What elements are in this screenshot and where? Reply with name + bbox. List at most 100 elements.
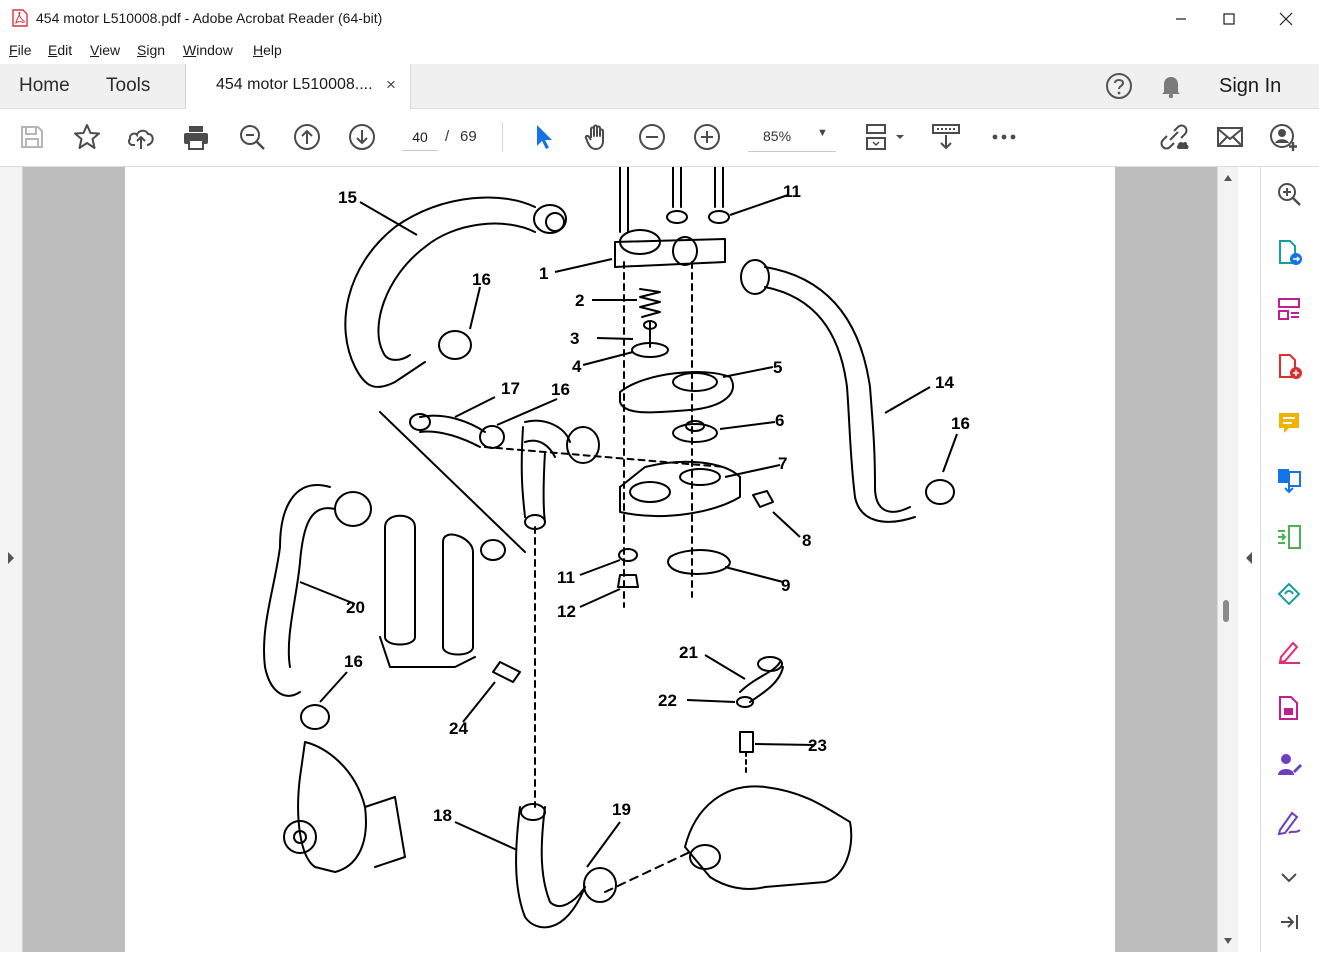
minimize-button[interactable] — [1158, 0, 1204, 38]
maximize-button[interactable] — [1206, 0, 1252, 38]
add-user-icon — [1270, 124, 1297, 151]
rp-edit-pdf[interactable] — [1272, 577, 1306, 611]
add-user-button[interactable] — [1268, 121, 1300, 153]
upload-button[interactable] — [125, 121, 157, 153]
rp-compress[interactable] — [1272, 520, 1306, 554]
compress-icon — [1278, 525, 1301, 549]
fill-sign-icon — [1278, 641, 1300, 664]
callout-label: 20 — [346, 598, 365, 617]
hand-tool-button[interactable] — [581, 121, 613, 153]
tab-close-button[interactable]: × — [386, 75, 396, 95]
window-title: 454 motor L510008.pdf - Adobe Acrobat Re… — [36, 10, 383, 26]
clamp-16 — [438, 330, 472, 360]
sign-in-button[interactable]: Sign In — [1219, 75, 1281, 98]
callout-label: 3 — [570, 329, 579, 348]
create-pdf-icon — [1279, 354, 1302, 379]
help-icon — [1106, 73, 1132, 99]
expand-left-icon — [8, 552, 14, 564]
chevron-down-icon — [1281, 873, 1297, 883]
bookmark-button[interactable] — [71, 121, 103, 153]
bell-icon — [1162, 77, 1180, 99]
share-link-button[interactable] — [1158, 121, 1190, 153]
rp-comment[interactable] — [1272, 406, 1306, 440]
callout-label: 16 — [951, 414, 970, 433]
scroll-mode-button[interactable] — [930, 121, 962, 153]
menu-edit[interactable]: Edit — [48, 42, 72, 58]
page-separator: / — [445, 128, 450, 145]
rp-protect[interactable] — [1272, 691, 1306, 725]
zoom-out-button[interactable] — [636, 121, 668, 153]
bookmark-star-icon — [74, 124, 100, 149]
callout-label: 21 — [679, 643, 698, 662]
thermostat-6 — [672, 423, 718, 443]
next-page-button[interactable] — [346, 121, 378, 153]
menu-view[interactable]: View — [90, 42, 120, 58]
exploded-parts-diagram: 15 11116234 51417 166 16782011 91216 212224231… — [263, 167, 970, 929]
plug-8 — [752, 490, 774, 508]
nut-12 — [617, 574, 639, 588]
tab-home[interactable]: Home — [19, 75, 70, 97]
rp-export-pdf[interactable] — [1272, 235, 1306, 269]
previous-page-button[interactable] — [291, 121, 323, 153]
rp-sign[interactable] — [1272, 805, 1306, 839]
right-pane-collapse[interactable] — [1238, 167, 1261, 952]
more-tools-button[interactable] — [988, 121, 1020, 153]
menu-file[interactable]: File — [9, 42, 32, 58]
page-display-icon — [866, 124, 904, 150]
menu-sign[interactable]: Sign — [137, 42, 165, 58]
menu-window[interactable]: Window — [183, 42, 233, 58]
zoom-in-button[interactable] — [691, 121, 723, 153]
zoom-value: 85% — [763, 128, 792, 144]
rp-expand-panel[interactable] — [1272, 905, 1306, 939]
email-button[interactable] — [1214, 121, 1246, 153]
rp-organize-pages[interactable] — [1272, 292, 1306, 326]
clamp-19 — [583, 867, 617, 903]
expand-right-icon — [1281, 915, 1298, 929]
callout-label: 11 — [557, 568, 575, 587]
scrollbar-thumb[interactable] — [1223, 600, 1229, 622]
help-button[interactable] — [1104, 71, 1134, 101]
zoom-out-icon — [639, 124, 665, 150]
edit-pdf-icon — [1277, 582, 1301, 606]
rp-create-pdf[interactable] — [1272, 349, 1306, 383]
tab-document[interactable]: 454 motor L510008.... × — [185, 64, 411, 109]
chevron-down-icon: ▼ — [817, 127, 828, 139]
save-button[interactable] — [16, 121, 48, 153]
vertical-scrollbar[interactable] — [1217, 167, 1238, 952]
toolbar-divider — [502, 122, 503, 152]
select-cursor-icon — [537, 125, 552, 149]
bolt-24 — [492, 661, 521, 683]
print-button[interactable] — [180, 121, 212, 153]
close-icon — [1279, 12, 1293, 26]
callout-label: 17 — [501, 379, 520, 398]
zoom-in-icon — [694, 124, 720, 150]
menu-help[interactable]: Help — [253, 42, 282, 58]
page-display-button[interactable] — [862, 121, 908, 153]
gasket-9 — [667, 549, 731, 575]
callout-label: 8 — [802, 531, 811, 550]
tab-tools[interactable]: Tools — [106, 75, 150, 97]
rp-zoom-search[interactable] — [1272, 177, 1306, 211]
close-button[interactable] — [1263, 0, 1309, 38]
find-button[interactable] — [236, 121, 268, 153]
scroll-mode-icon — [932, 124, 960, 150]
left-panel-collapsed[interactable] — [0, 167, 23, 952]
callout-label: 11 — [783, 182, 801, 201]
select-tool-button[interactable] — [527, 121, 559, 153]
page-up-icon — [294, 124, 320, 150]
rp-more-tools[interactable] — [1272, 860, 1306, 894]
zoom-search-icon — [240, 125, 265, 150]
collapse-right-icon — [1246, 552, 1252, 564]
callout-label: 6 — [775, 411, 784, 430]
notifications-button[interactable] — [1156, 71, 1186, 101]
rp-request-signature[interactable] — [1272, 748, 1306, 782]
callout-label: 4 — [572, 357, 582, 376]
comment-icon — [1279, 413, 1299, 433]
rp-combine-files[interactable] — [1272, 463, 1306, 497]
export-pdf-icon — [1279, 240, 1302, 265]
save-icon — [21, 126, 43, 148]
rp-fill-sign[interactable] — [1272, 634, 1306, 668]
more-icon — [992, 134, 1016, 140]
minimize-icon — [1176, 18, 1186, 20]
page-number-input[interactable] — [402, 124, 438, 151]
